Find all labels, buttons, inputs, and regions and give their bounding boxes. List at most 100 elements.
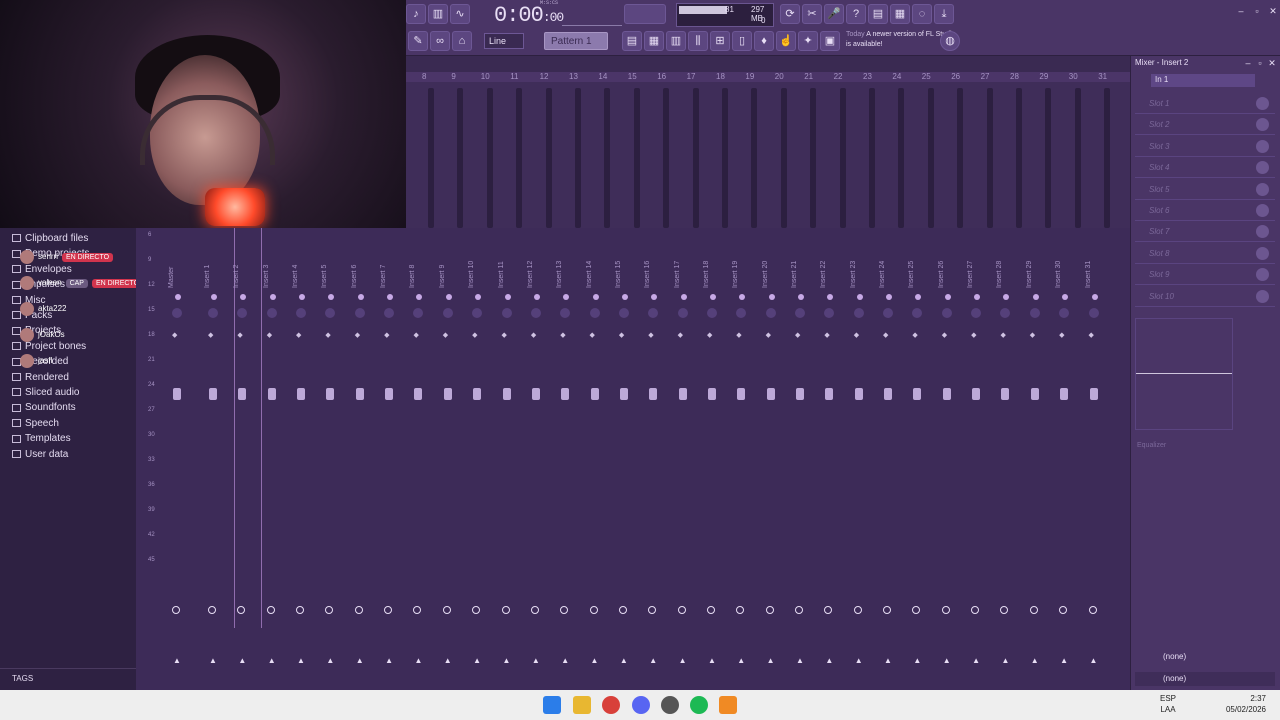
insert-strip[interactable]: Insert 17 ◆ ▲ (672, 228, 700, 688)
track-stripe[interactable] (1016, 88, 1022, 228)
effect-slot[interactable]: Slot 5 (1135, 180, 1275, 200)
system-clock[interactable]: 2:37 05/02/2026 (1226, 693, 1266, 715)
wrench-icon[interactable]: ✦ (798, 31, 818, 51)
pan-knob[interactable] (648, 308, 659, 318)
stereo-separation-icon[interactable]: ◆ (971, 332, 976, 339)
track-stripe[interactable] (751, 88, 758, 228)
volume-fader[interactable] (267, 388, 276, 400)
route-arrow-icon[interactable]: ▲ (1090, 656, 1098, 665)
pan-knob[interactable] (824, 308, 835, 318)
send-icon[interactable] (413, 606, 422, 614)
volume-fader[interactable] (766, 388, 775, 400)
pan-knob[interactable] (172, 308, 182, 318)
mute-led-icon[interactable] (974, 294, 981, 300)
pan-knob[interactable] (208, 308, 218, 318)
browser-item[interactable]: Sliced audio (12, 387, 79, 401)
pan-knob[interactable] (971, 308, 982, 318)
send-icon[interactable] (384, 606, 393, 614)
insert-strip[interactable]: Insert 27 ◆ ▲ (965, 228, 993, 688)
insert-strip[interactable]: Insert 8 ◆ ▲ (407, 228, 435, 688)
send-icon[interactable] (648, 606, 657, 614)
track-stripe[interactable] (957, 88, 964, 228)
mute-led-icon[interactable] (768, 294, 775, 300)
slot-mix-knob[interactable] (1256, 204, 1269, 217)
send-icon[interactable] (442, 606, 451, 614)
mute-led-icon[interactable] (798, 294, 804, 300)
mute-led-icon[interactable] (357, 294, 364, 300)
volume-fader[interactable] (854, 388, 863, 400)
stereo-separation-icon[interactable]: ◆ (883, 332, 888, 339)
track-stripe[interactable] (575, 88, 581, 228)
stereo-separation-icon[interactable]: ◆ (854, 332, 859, 339)
pan-knob[interactable] (765, 308, 776, 318)
insert-strip[interactable]: Insert 11 ◆ ▲ (496, 228, 524, 688)
output-select-1[interactable]: (none) (1135, 650, 1275, 664)
maximize-icon[interactable]: ▫ (1252, 6, 1262, 16)
mute-led-icon[interactable] (709, 294, 716, 300)
effect-slot[interactable]: Slot 8 (1135, 244, 1275, 264)
mute-led-icon[interactable] (856, 294, 863, 300)
plugin-icon[interactable]: ▦ (890, 4, 910, 24)
file-explorer-icon[interactable] (573, 696, 591, 714)
volume-fader[interactable] (590, 388, 599, 400)
mute-led-icon[interactable] (299, 294, 306, 300)
windows-start-icon[interactable] (543, 696, 561, 714)
mute-led-icon[interactable] (1091, 294, 1098, 300)
route-arrow-icon[interactable]: ▲ (972, 656, 980, 665)
track-stripe[interactable] (869, 88, 875, 228)
wave-icon[interactable]: ∿ (450, 4, 470, 24)
pan-knob[interactable] (853, 308, 864, 318)
stereo-separation-icon[interactable]: ◆ (413, 332, 418, 339)
stereo-separation-icon[interactable]: ◆ (267, 332, 272, 339)
slot-mix-knob[interactable] (1256, 118, 1269, 132)
track-stripe[interactable] (663, 88, 670, 228)
insert-strip[interactable]: Insert 13 ◆ ▲ (554, 228, 582, 688)
route-arrow-icon[interactable]: ▲ (767, 656, 775, 665)
track-stripe[interactable] (633, 88, 640, 228)
send-icon[interactable] (618, 606, 627, 614)
insert-strip[interactable]: Insert 9 ◆ ▲ (437, 228, 465, 688)
volume-fader[interactable] (972, 388, 981, 400)
track-stripe[interactable] (516, 88, 523, 228)
plugin-db-icon[interactable]: ♦ (754, 31, 774, 51)
effect-slot[interactable]: Slot 4 (1135, 158, 1275, 179)
stereo-separation-icon[interactable]: ◆ (678, 332, 683, 339)
send-icon[interactable] (325, 606, 334, 614)
pan-knob[interactable] (237, 308, 248, 318)
equalizer-graph[interactable] (1135, 318, 1233, 430)
route-arrow-icon[interactable]: ▲ (268, 656, 276, 665)
send-icon[interactable] (1029, 606, 1038, 614)
route-arrow-icon[interactable]: ▲ (591, 656, 599, 665)
send-icon[interactable] (208, 606, 216, 614)
browser-item[interactable]: Templates (12, 433, 71, 447)
pan-knob[interactable] (1029, 308, 1040, 318)
send-icon[interactable] (472, 606, 481, 614)
volume-fader[interactable] (1030, 388, 1039, 400)
mute-led-icon[interactable] (445, 294, 452, 300)
volume-fader[interactable] (1089, 388, 1098, 400)
route-arrow-icon[interactable]: ▲ (884, 656, 892, 665)
mic-icon[interactable]: 🎤 (824, 4, 844, 24)
tempo-box[interactable] (562, 4, 622, 26)
send-icon[interactable] (853, 606, 862, 614)
insert-strip[interactable]: Insert 10 ◆ ▲ (466, 228, 494, 688)
stereo-separation-icon[interactable]: ◆ (325, 332, 330, 339)
browser-icon[interactable]: ▯ (732, 31, 752, 51)
stereo-separation-icon[interactable]: ◆ (1030, 332, 1035, 339)
send-icon[interactable] (736, 606, 745, 614)
insert-strip[interactable]: Insert 12 ◆ ▲ (525, 228, 553, 688)
save-icon[interactable]: ▤ (868, 4, 888, 24)
volume-fader[interactable] (385, 388, 394, 400)
route-arrow-icon[interactable]: ▲ (1001, 656, 1009, 665)
input-select[interactable]: In 1 (1151, 74, 1255, 87)
stereo-separation-icon[interactable]: ◆ (502, 332, 507, 339)
brush-icon[interactable]: ✎ (408, 31, 428, 51)
pan-knob[interactable] (384, 308, 395, 318)
volume-fader[interactable] (678, 388, 687, 400)
route-arrow-icon[interactable]: ▲ (473, 656, 481, 665)
insert-strip[interactable]: Insert 19 ◆ ▲ (730, 228, 758, 688)
volume-fader[interactable] (649, 388, 658, 400)
chrome-icon[interactable] (602, 696, 620, 714)
mute-led-icon[interactable] (680, 294, 687, 300)
volume-fader[interactable] (707, 388, 716, 400)
